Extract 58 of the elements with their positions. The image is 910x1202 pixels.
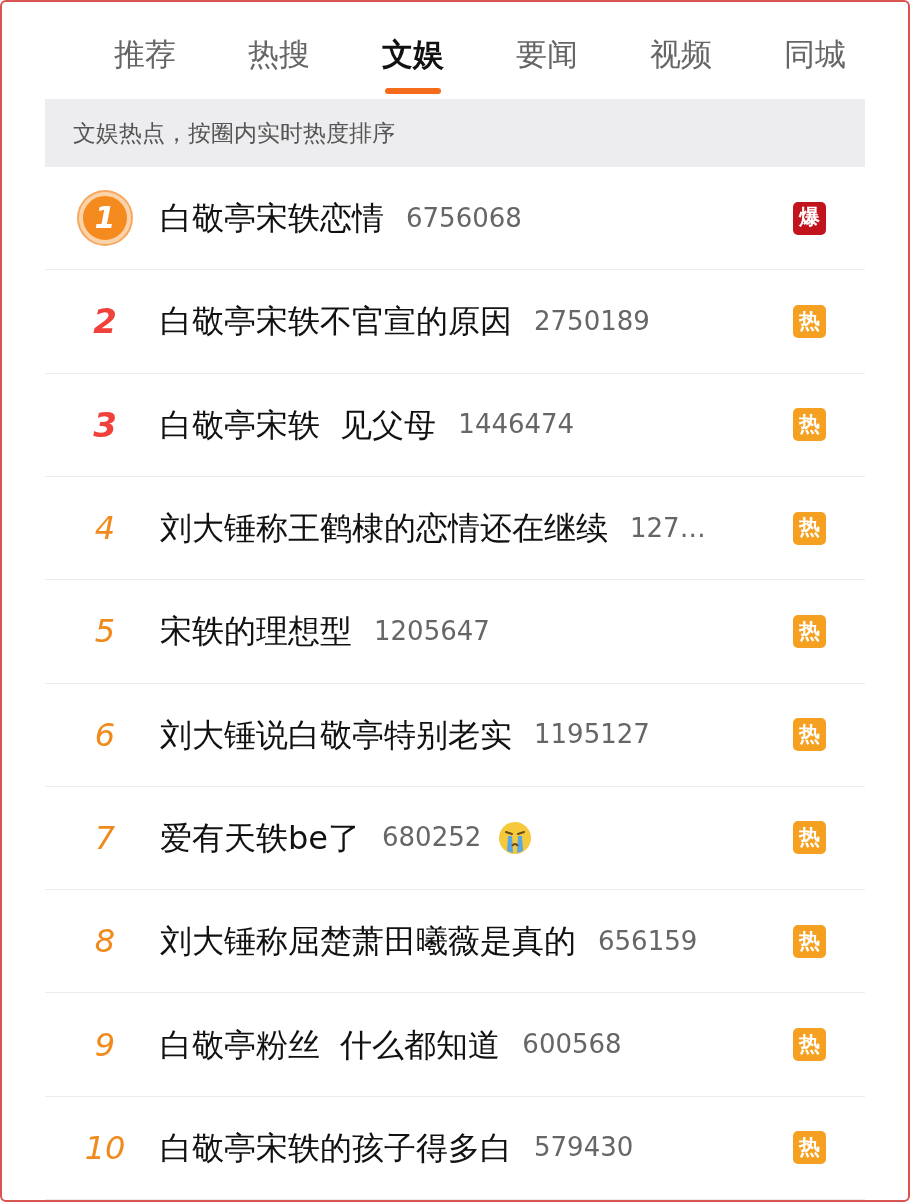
rank-number: 5	[94, 615, 116, 648]
tab[interactable]: 推荐	[78, 32, 212, 98]
heat-count: 600568	[522, 1028, 622, 1062]
topic-title: 白敬亭宋轶恋情	[160, 198, 384, 240]
hot-badge: 热	[793, 511, 826, 545]
heat-count: 680252	[382, 821, 482, 855]
hot-badge: 热	[793, 1028, 826, 1062]
hot-search-row[interactable]: 4 刘大锤称王鹤棣的恋情还在继续 127… 热	[45, 476, 865, 581]
hot-search-row[interactable]: 6 刘大锤说白敬亭特别老实 1195127 热	[45, 683, 865, 787]
topic-title: 宋轶的理想型	[160, 611, 352, 653]
rank-number: 3	[93, 407, 117, 442]
tab[interactable]: 视频	[614, 32, 748, 98]
rank-medal: 1	[79, 192, 131, 245]
rank-number: 6	[94, 718, 116, 751]
tab[interactable]: 要闻	[480, 32, 614, 98]
hot-badge: 爆	[793, 201, 826, 235]
tab[interactable]: 同城	[748, 32, 882, 98]
heat-count: 2750189	[534, 304, 650, 338]
topic-title: 白敬亭粉丝 什么都知道	[160, 1024, 501, 1066]
tab[interactable]: 热搜	[212, 32, 346, 98]
hot-badge: 热	[793, 614, 826, 648]
hot-search-row[interactable]: 3 白敬亭宋轶 见父母 1446474 热	[45, 373, 865, 477]
rank-number: 8	[94, 925, 116, 958]
topic-title: 爱有天轶be了	[160, 817, 360, 859]
tab-underline	[385, 88, 441, 94]
topic-title: 白敬亭宋轶的孩子得多白	[160, 1127, 512, 1169]
hot-badge: 热	[793, 304, 826, 338]
tab[interactable]: 文娱	[346, 32, 480, 98]
hot-badge: 热	[793, 718, 826, 752]
topic-title: 刘大锤称王鹤棣的恋情还在继续	[160, 508, 608, 550]
heat-count: 579430	[534, 1131, 634, 1165]
heat-count: 1205647	[374, 614, 490, 648]
rank-number: 10	[84, 1131, 126, 1164]
hot-badge: 热	[793, 821, 826, 855]
topic-title: 白敬亭宋轶不官宣的原因	[160, 301, 512, 343]
heat-count: 1195127	[534, 718, 650, 752]
hot-search-row[interactable]: 8 刘大锤称屈楚萧田曦薇是真的 656159 热	[45, 890, 865, 994]
rank-number: 7	[94, 821, 116, 854]
hot-search-row[interactable]: 5 宋轶的理想型 1205647 热	[45, 580, 865, 684]
rank-number: 9	[94, 1028, 116, 1061]
hot-search-row[interactable]: 9 白敬亭粉丝 什么都知道 600568 热	[45, 993, 865, 1097]
topic-title: 刘大锤称屈楚萧田曦薇是真的	[160, 921, 576, 963]
heat-count: 127…	[630, 511, 706, 545]
hot-badge: 热	[793, 1131, 826, 1165]
hot-search-row[interactable]: 10 白敬亭宋轶的孩子得多白 579430 热	[45, 1096, 865, 1200]
heat-count: 656159	[598, 924, 698, 958]
topic-title: 刘大锤说白敬亭特别老实	[160, 714, 512, 756]
rank-number: 2	[93, 304, 117, 339]
notice-text: 文娱热点，按圈内实时热度排序	[73, 118, 395, 148]
hot-search-row[interactable]: 2 白敬亭宋轶不官宣的原因 2750189 热	[45, 270, 865, 374]
topic-title: 白敬亭宋轶 见父母	[160, 404, 437, 446]
hot-search-row[interactable]: 7 爱有天轶be了 680252 热	[45, 786, 865, 891]
rank-number: 4	[94, 512, 116, 545]
hot-badge: 热	[793, 408, 826, 442]
heat-count: 1446474	[458, 408, 575, 442]
hot-search-row[interactable]: 1 白敬亭宋轶恋情 6756068 爆	[45, 167, 865, 271]
hot-badge: 热	[793, 924, 826, 958]
heat-count: 6756068	[406, 201, 522, 235]
